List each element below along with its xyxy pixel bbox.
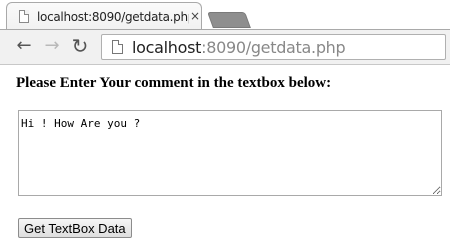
new-tab-button[interactable] (207, 12, 251, 28)
get-textbox-data-button[interactable]: Get TextBox Data (18, 218, 132, 238)
browser-toolbar: ← → ↻ localhost:8090/getdata.php (0, 29, 450, 65)
back-arrow-icon[interactable]: ← (14, 35, 34, 57)
reload-icon[interactable]: ↻ (70, 35, 90, 57)
close-tab-icon[interactable]: × (190, 9, 200, 23)
page-heading: Please Enter Your comment in the textbox… (16, 75, 332, 91)
page-icon (112, 40, 123, 54)
page-favicon-icon (19, 10, 29, 23)
url-host: localhost (132, 38, 202, 57)
address-bar[interactable]: localhost:8090/getdata.php (101, 34, 446, 60)
address-url[interactable]: localhost:8090/getdata.php (132, 38, 346, 57)
comment-textarea[interactable]: Hi ! How Are you ? (18, 110, 442, 196)
browser-tab[interactable]: localhost:8090/getdata.php × (6, 2, 202, 30)
url-path: :8090/getdata.php (201, 38, 346, 57)
tab-strip: localhost:8090/getdata.php × (0, 0, 450, 30)
tab-title: localhost:8090/getdata.php (37, 10, 189, 24)
forward-arrow-icon[interactable]: → (42, 35, 62, 57)
